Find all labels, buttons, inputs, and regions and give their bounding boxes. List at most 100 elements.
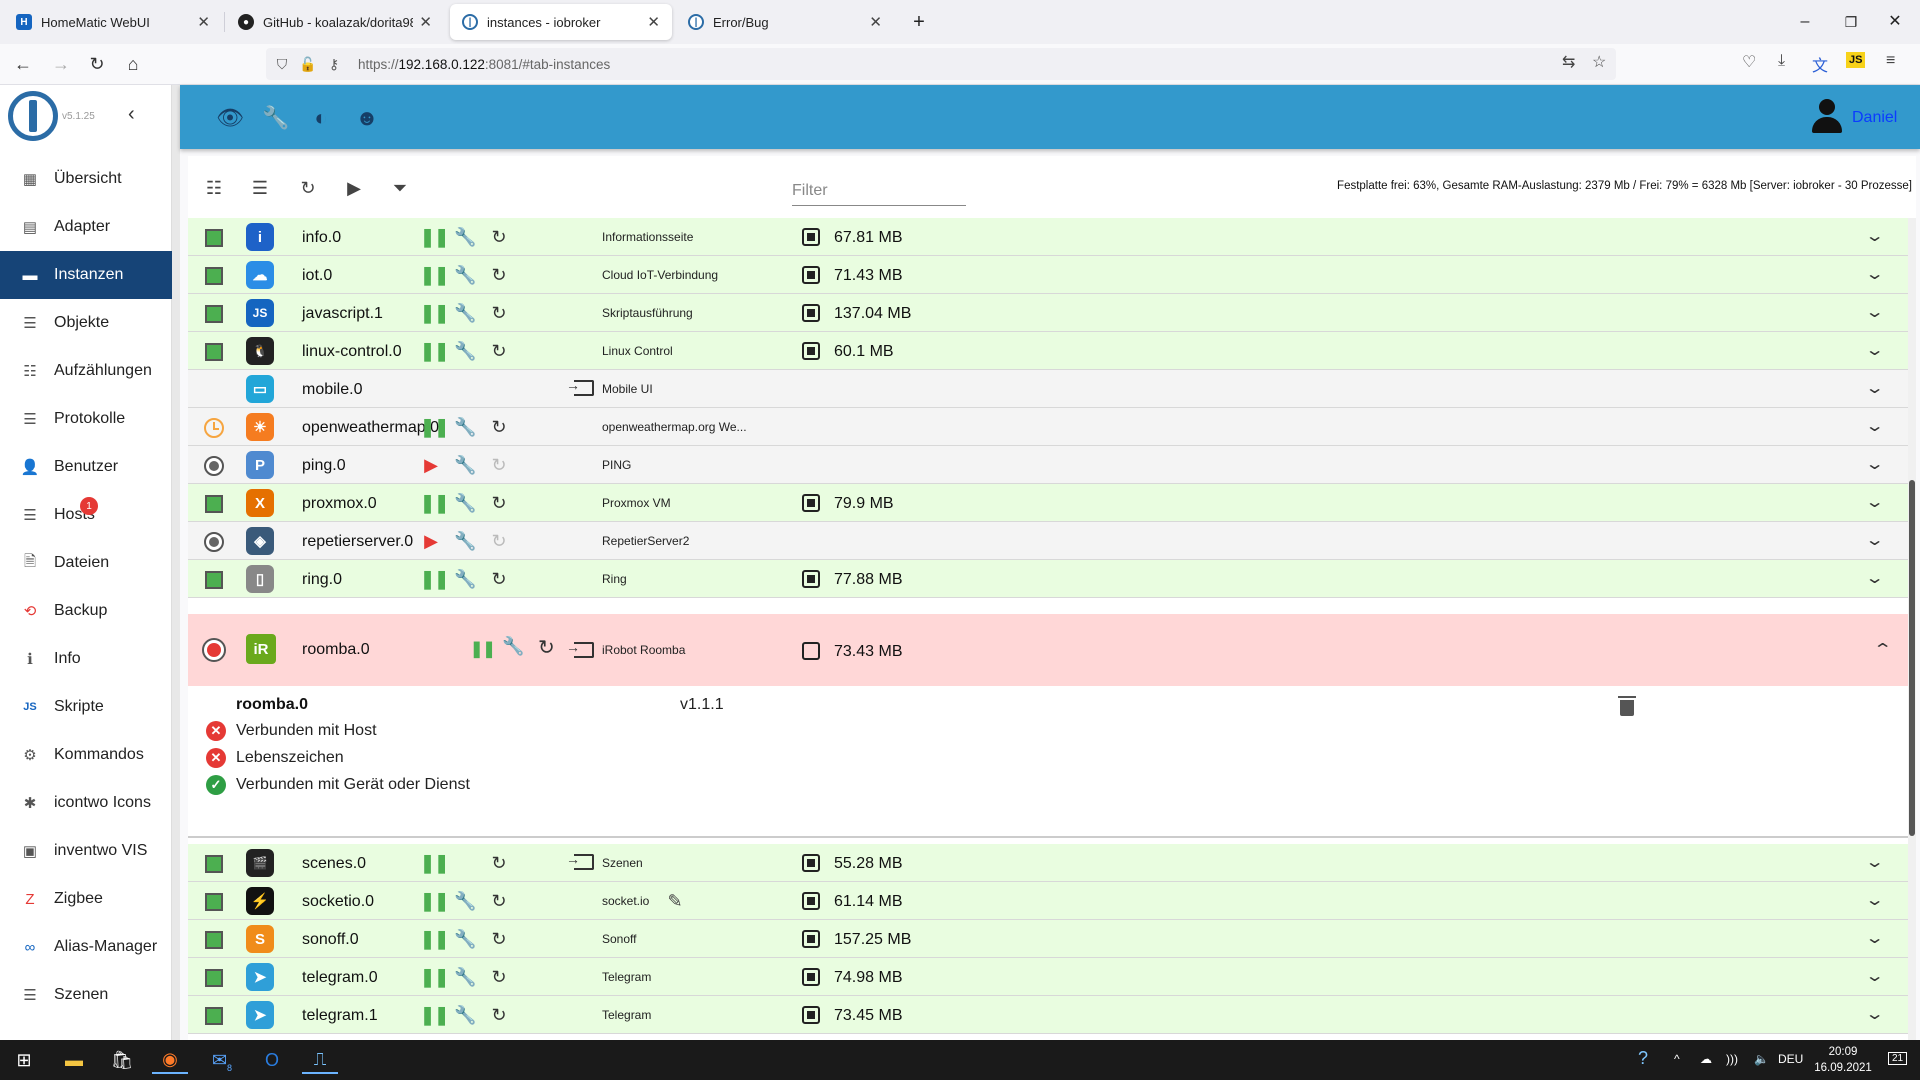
expand-chevron-icon[interactable]: ⌄	[1865, 492, 1885, 512]
pause-icon[interactable]: ❚❚	[420, 492, 449, 514]
instance-row[interactable]: ➤ telegram.0 ❚❚ 🔧 ↻ Telegram 74.98 MB ⌄	[188, 958, 1908, 996]
instance-row[interactable]: Xproxmox.0 ❚❚ 🔧 ↻ Proxmox VM 79.9 MB ⌄	[188, 484, 1908, 522]
sidebar-scrollbar[interactable]	[172, 85, 180, 1040]
instance-row[interactable]: ☀ openweathermap.0 ❚❚ 🔧 ↻ openweathermap.org …	[188, 408, 1908, 446]
downloads-icon[interactable]: ⤓	[1778, 52, 1785, 70]
instance-row[interactable]: ▯ ring.0 ❚❚ 🔧 ↻ Ring 77.88 MB ⌄	[188, 560, 1908, 598]
sidebar-item-adapter[interactable]: ▤ Adapter	[0, 203, 172, 251]
restart-icon[interactable]: ↻	[488, 492, 510, 514]
restart-icon[interactable]: ↻	[538, 635, 555, 660]
restart-icon[interactable]: ↻	[488, 966, 510, 988]
instance-row[interactable]: ⚡ socketio.0 ❚❚ 🔧 ↻ socket.io ✎ 61.14 MB ⌄	[188, 882, 1908, 920]
status-indicator-icon[interactable]	[204, 342, 224, 362]
status-indicator-icon[interactable]	[204, 456, 224, 476]
restart-icon[interactable]: ↻	[488, 530, 510, 552]
scrollbar-thumb[interactable]	[1909, 480, 1915, 836]
browser-tab-errorbug[interactable]: | Error/Bug ✕	[676, 4, 894, 40]
open-link-icon[interactable]	[566, 851, 594, 870]
restart-icon[interactable]: ↻	[488, 928, 510, 950]
wifi-icon[interactable]: )))	[1726, 1052, 1738, 1066]
close-tab-icon[interactable]: ✕	[419, 13, 432, 31]
instance-row-roomba[interactable]: iR roomba.0 ❚❚ 🔧 ↻ iRobot Roomba 73.43 M…	[188, 614, 1908, 686]
restart-icon[interactable]: ↻	[488, 454, 510, 476]
expand-chevron-icon[interactable]: ⌄	[1865, 226, 1885, 246]
status-indicator-icon[interactable]	[204, 494, 224, 514]
outlook-icon[interactable]: O	[254, 1046, 290, 1074]
pause-icon[interactable]: ❚❚	[420, 1004, 449, 1026]
delete-trash-icon[interactable]	[1618, 696, 1636, 716]
expand-chevron-icon[interactable]: ⌄	[1865, 302, 1885, 322]
edit-pencil-icon[interactable]: ✎	[664, 890, 686, 912]
reload-icon[interactable]: ↻	[82, 50, 112, 78]
home-icon[interactable]: ⌂	[118, 50, 148, 78]
sidebar-item-objekte[interactable]: ☰ Objekte	[0, 299, 172, 347]
volume-icon[interactable]: 🔈	[1754, 1052, 1769, 1066]
start-all-play-icon[interactable]: ▶	[342, 176, 366, 200]
restart-icon[interactable]: ↻	[488, 340, 510, 362]
collapse-chevron-icon[interactable]: ⌄	[1873, 638, 1893, 658]
restart-icon[interactable]: ↻	[488, 264, 510, 286]
pause-icon[interactable]: ❚❚	[420, 568, 449, 590]
wrench-icon[interactable]: 🔧	[262, 105, 289, 131]
windows-start-icon[interactable]: ⊞	[6, 1046, 42, 1074]
settings-wrench-icon[interactable]: 🔧	[502, 636, 524, 657]
pause-icon[interactable]: ❚❚	[470, 639, 496, 659]
sidebar-item-kommandos[interactable]: ⚙ Kommandos	[0, 731, 172, 779]
list-scrollbar[interactable]	[1908, 218, 1916, 1040]
instance-row[interactable]: ▭ mobile.0 Mobile UI ⌄	[188, 370, 1908, 408]
expand-chevron-icon[interactable]: ⌄	[1865, 416, 1885, 436]
close-tab-icon[interactable]: ✕	[197, 13, 210, 31]
sidebar-item-hosts[interactable]: ☰ Hosts 1	[0, 491, 172, 539]
refresh-icon[interactable]: ↻	[296, 176, 320, 200]
firefox-icon[interactable]: ◉	[152, 1046, 188, 1074]
restart-icon[interactable]: ↻	[488, 226, 510, 248]
sidebar-item-protokolle[interactable]: ☰ Protokolle	[0, 395, 172, 443]
expand-chevron-icon[interactable]: ⌄	[1865, 264, 1885, 284]
expand-chevron-icon[interactable]: ⌄	[1865, 1004, 1885, 1024]
expand-chevron-icon[interactable]: ⌄	[1865, 568, 1885, 588]
forward-arrow-icon[interactable]: →	[46, 50, 76, 78]
instance-row[interactable]: ➤ telegram.1 ❚❚ 🔧 ↻ Telegram 73.45 MB ⌄	[188, 996, 1908, 1034]
cloud-tray-icon[interactable]: ☁	[1700, 1052, 1712, 1066]
pause-icon[interactable]: ❚❚	[420, 928, 449, 950]
user-name[interactable]: Daniel	[1852, 109, 1897, 127]
instance-row[interactable]: 🐧 linux-control.0 ❚❚ 🔧 ↻ Linux Control 60.1 MB…	[188, 332, 1908, 370]
filter-input[interactable]	[792, 176, 966, 206]
settings-wrench-icon[interactable]: 🔧	[454, 264, 476, 286]
sidebar-item-backup[interactable]: ⟲ Backup	[0, 587, 172, 635]
view-compact-icon[interactable]: ☷	[202, 176, 226, 200]
sidebar-item-aufz-hlungen[interactable]: ☷ Aufzählungen	[0, 347, 172, 395]
expand-chevron-icon[interactable]: ⌄	[1865, 454, 1885, 474]
sidebar-item-benutzer[interactable]: 👤 Benutzer	[0, 443, 172, 491]
settings-wrench-icon[interactable]: 🔧	[454, 1004, 476, 1026]
settings-wrench-icon[interactable]: 🔧	[454, 454, 476, 476]
settings-wrench-icon[interactable]: 🔧	[454, 568, 476, 590]
settings-wrench-icon[interactable]: 🔧	[454, 302, 476, 324]
menu-icon[interactable]: ≡	[1886, 52, 1895, 70]
status-indicator-icon[interactable]	[204, 304, 224, 324]
instance-row[interactable]: i info.0 ❚❚ 🔧 ↻ Informationsseite 67.81 MB ⌄	[188, 218, 1908, 256]
notification-center-icon[interactable]: 21	[1888, 1052, 1908, 1065]
pause-icon[interactable]: ❚❚	[420, 890, 449, 912]
settings-wrench-icon[interactable]: 🔧	[454, 226, 476, 248]
pocket-icon[interactable]: ♡	[1742, 52, 1756, 72]
collapse-sidebar-chevron-icon[interactable]: ‹	[128, 103, 135, 126]
expert-mode-head-icon[interactable]: ☻	[354, 105, 380, 131]
settings-wrench-icon[interactable]: 🔧	[454, 928, 476, 950]
browser-tab-iobroker[interactable]: | instances - iobroker ✕	[450, 4, 672, 40]
back-arrow-icon[interactable]: ←	[8, 50, 38, 78]
sidebar-item-zigbee[interactable]: Z Zigbee	[0, 875, 172, 923]
sidebar-item-inventwo-vis[interactable]: ▣ inventwo VIS	[0, 827, 172, 875]
start-play-icon[interactable]: ▶	[420, 454, 442, 476]
js-extension-icon[interactable]: JS	[1846, 52, 1866, 68]
close-tab-icon[interactable]: ✕	[869, 13, 882, 31]
browser-tab-github[interactable]: ● GitHub - koalazak/dorita980: Ur ✕	[226, 4, 444, 40]
theme-brightness-icon[interactable]: ◐	[308, 105, 334, 131]
restart-icon[interactable]: ↻	[488, 302, 510, 324]
status-indicator-icon[interactable]	[204, 854, 224, 874]
new-tab-button[interactable]: +	[904, 8, 934, 36]
store-icon[interactable]: 🛍	[104, 1046, 140, 1074]
instance-row[interactable]: Pping.0 ▶ 🔧 ↻ PING ⌄	[188, 446, 1908, 484]
help-icon[interactable]: ?	[1638, 1048, 1648, 1069]
status-indicator-icon[interactable]	[204, 570, 224, 590]
